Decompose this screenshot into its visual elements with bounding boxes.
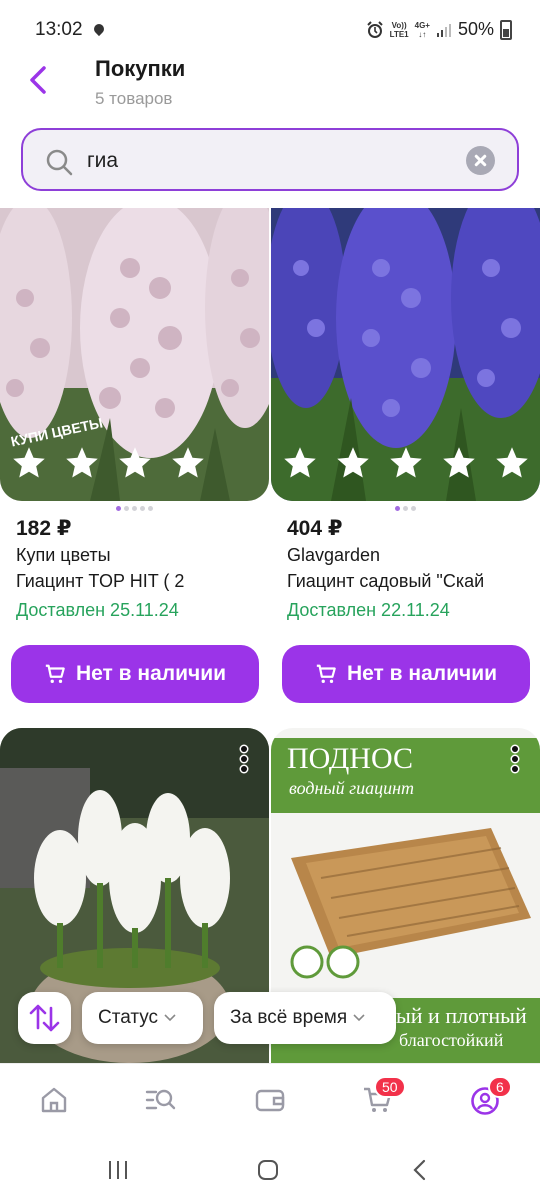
clear-search-button[interactable] — [466, 146, 495, 175]
search-input[interactable] — [87, 144, 457, 178]
delivery-status: Доставлен 25.11.24 — [16, 600, 179, 620]
back-arrow-icon[interactable] — [22, 62, 58, 98]
page-title: Покупки — [95, 56, 186, 81]
period-filter-label: За всё время — [230, 1007, 348, 1028]
more-options-icon[interactable] — [241, 746, 247, 772]
status-bar: 13:02 Vo)) LTE1 4G+ ↓↑ 50% — [0, 0, 540, 58]
product-price: 182 ₽ — [16, 517, 72, 540]
product-image[interactable]: КУПИ ЦВЕТЫ — [0, 208, 269, 501]
bottom-tab-bar: 50 6 — [0, 1063, 540, 1139]
product-image[interactable] — [271, 208, 540, 501]
image-pager — [395, 506, 416, 511]
image-pager — [116, 506, 153, 511]
product-name[interactable]: Гиацинт садовый "Скай — [287, 571, 535, 592]
status-indicators: Vo)) LTE1 4G+ ↓↑ 50% — [366, 19, 512, 40]
out-of-stock-button[interactable]: Нет в наличии — [11, 645, 259, 703]
sort-button[interactable] — [18, 992, 71, 1044]
status-filter-label: Статус — [98, 1007, 159, 1028]
status-filter[interactable]: Статус — [82, 992, 203, 1044]
signal-icon — [436, 23, 451, 37]
star-icon[interactable] — [493, 445, 531, 481]
back-button-icon[interactable] — [410, 1158, 430, 1182]
tray-image-subtitle: водный гиацинт — [289, 778, 415, 798]
sort-icon — [29, 1004, 60, 1032]
wallet-icon[interactable] — [254, 1084, 286, 1116]
period-filter[interactable]: За всё время — [214, 992, 396, 1044]
cart-badge: 50 — [374, 1076, 406, 1098]
star-icon[interactable] — [169, 445, 207, 481]
search-icon — [46, 149, 73, 176]
out-of-stock-label: Нет в наличии — [346, 662, 498, 685]
product-name[interactable]: Гиацинт TOP HIT ( 2 — [16, 571, 264, 592]
rating-stars[interactable] — [10, 445, 207, 481]
items-count: 5 товаров — [95, 89, 173, 108]
star-icon[interactable] — [63, 445, 101, 481]
volte-text: Vo)) — [391, 20, 407, 30]
star-icon[interactable] — [334, 445, 372, 481]
chevron-down-icon — [164, 1014, 176, 1022]
search-bar[interactable] — [21, 128, 519, 191]
home-icon[interactable] — [38, 1084, 70, 1116]
tray-image-title: ПОДНОС — [287, 742, 414, 775]
product-seller: Купи цветы — [16, 545, 111, 565]
lte-text: LTE1 — [389, 29, 409, 39]
cart-icon — [45, 664, 65, 683]
cart-icon — [316, 664, 336, 683]
data-arrows-icon: ↓↑ — [418, 29, 427, 39]
profile-badge: 6 — [488, 1076, 512, 1098]
delivery-status: Доставлен 22.11.24 — [287, 600, 450, 620]
battery-percent: 50% — [457, 19, 494, 39]
chevron-down-icon — [353, 1014, 365, 1022]
recent-apps-icon[interactable] — [106, 1159, 130, 1181]
star-icon[interactable] — [440, 445, 478, 481]
star-icon[interactable] — [387, 445, 425, 481]
star-icon[interactable] — [10, 445, 48, 481]
data-indicator: 4G+ ↓↑ — [415, 21, 430, 39]
product-seller: Glavgarden — [287, 545, 381, 565]
tray-image-caption-2: благостойкий — [399, 1030, 504, 1050]
catalog-search-icon[interactable] — [144, 1084, 176, 1116]
rating-stars[interactable] — [281, 445, 531, 481]
more-options-icon[interactable] — [512, 746, 518, 772]
location-icon — [91, 21, 107, 37]
alarm-icon — [366, 20, 383, 38]
tray-image-caption: ый и плотный — [396, 1003, 527, 1028]
4g-text: 4G+ — [414, 20, 430, 30]
home-button-icon[interactable] — [256, 1158, 280, 1182]
product-price: 404 ₽ — [287, 517, 343, 540]
star-icon[interactable] — [281, 445, 319, 481]
out-of-stock-button[interactable]: Нет в наличии — [282, 645, 530, 703]
system-navigation — [0, 1139, 540, 1200]
star-icon[interactable] — [116, 445, 154, 481]
status-time: 13:02 — [35, 19, 83, 40]
volte-indicator: Vo)) LTE1 — [390, 21, 409, 39]
out-of-stock-label: Нет в наличии — [75, 662, 227, 685]
battery-icon — [500, 19, 512, 40]
